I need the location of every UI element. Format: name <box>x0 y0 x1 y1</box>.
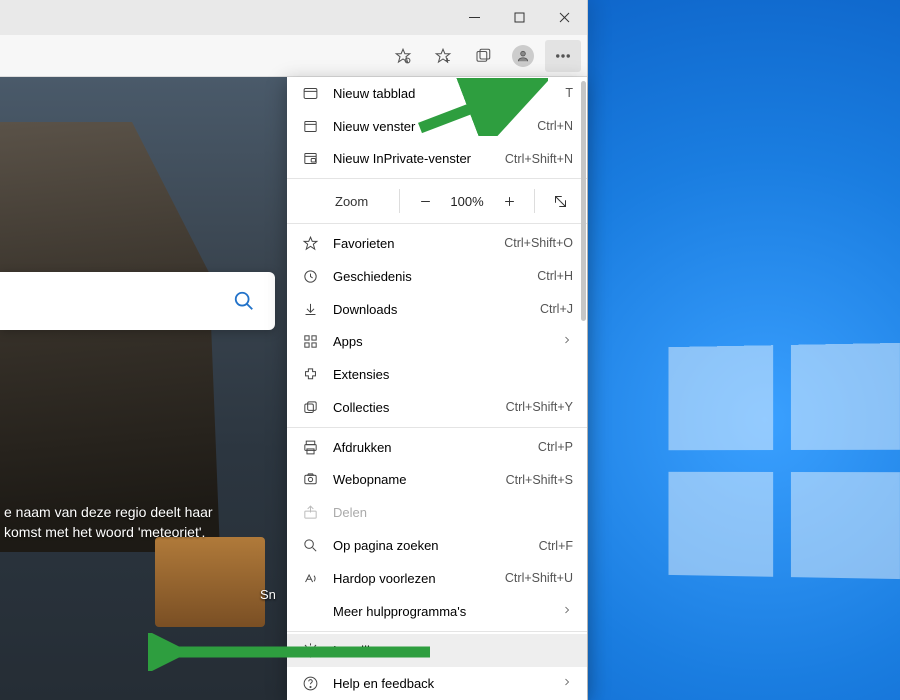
find-icon <box>301 537 319 555</box>
windows-logo <box>668 343 900 582</box>
bg-mountain <box>0 122 220 552</box>
zoom-label: Zoom <box>307 194 391 209</box>
minimize-button[interactable] <box>452 0 497 35</box>
gear-icon <box>301 642 319 660</box>
more-button[interactable] <box>545 40 581 72</box>
menu-help[interactable]: Help en feedback <box>287 667 587 700</box>
collections-icon <box>301 398 319 416</box>
chevron-right-icon <box>561 334 573 349</box>
zoom-out-button[interactable] <box>408 186 442 216</box>
profile-button[interactable] <box>505 40 541 72</box>
print-icon <box>301 438 319 456</box>
menu-separator <box>287 631 587 632</box>
browser-toolbar <box>0 35 587 77</box>
chevron-right-icon <box>561 676 573 691</box>
maximize-button[interactable] <box>497 0 542 35</box>
menu-zoom: Zoom 100% <box>287 182 587 220</box>
menu-readaloud[interactable]: Hardop voorlezen Ctrl+Shift+U <box>287 562 587 595</box>
menu-separator <box>287 178 587 179</box>
chevron-right-icon <box>561 604 573 619</box>
window-icon <box>301 117 319 135</box>
menu-webcapture[interactable]: Webopname Ctrl+Shift+S <box>287 464 587 497</box>
windows-desktop: e naam van deze regio deelt haar komst m… <box>0 0 900 700</box>
capture-icon <box>301 471 319 489</box>
window-titlebar <box>0 0 587 35</box>
menu-print[interactable]: Afdrukken Ctrl+P <box>287 431 587 464</box>
settings-menu: Nieuw tabblad T Nieuw venster Ctrl+N Nie… <box>287 77 587 700</box>
zoom-in-button[interactable] <box>492 186 526 216</box>
favorites-button[interactable] <box>425 40 461 72</box>
background-tag: Sn <box>260 587 276 602</box>
menu-favorites[interactable]: Favorieten Ctrl+Shift+O <box>287 227 587 260</box>
fullscreen-button[interactable] <box>543 186 577 216</box>
help-icon <box>301 675 319 693</box>
extension-icon <box>301 366 319 384</box>
menu-downloads[interactable]: Downloads Ctrl+J <box>287 293 587 326</box>
menu-find[interactable]: Op pagina zoeken Ctrl+F <box>287 529 587 562</box>
download-icon <box>301 300 319 318</box>
new-tab-icon <box>301 84 319 102</box>
menu-history[interactable]: Geschiedenis Ctrl+H <box>287 260 587 293</box>
menu-new-window[interactable]: Nieuw venster Ctrl+N <box>287 110 587 143</box>
close-button[interactable] <box>542 0 587 35</box>
search-icon <box>233 290 255 312</box>
edge-browser-window: e naam van deze regio deelt haar komst m… <box>0 0 588 700</box>
menu-collections[interactable]: Collecties Ctrl+Shift+Y <box>287 391 587 424</box>
background-caption: e naam van deze regio deelt haar komst m… <box>4 502 213 542</box>
menu-moretools[interactable]: Meer hulpprogramma's <box>287 595 587 628</box>
menu-separator <box>287 427 587 428</box>
star-icon <box>301 234 319 252</box>
collections-button[interactable] <box>465 40 501 72</box>
history-icon <box>301 267 319 285</box>
apps-icon <box>301 333 319 351</box>
menu-extensions[interactable]: Extensies <box>287 358 587 391</box>
readaloud-icon <box>301 569 319 587</box>
add-favorite-button[interactable] <box>385 40 421 72</box>
menu-new-inprivate[interactable]: Nieuw InPrivate-venster Ctrl+Shift+N <box>287 143 587 176</box>
inprivate-icon <box>301 150 319 168</box>
menu-share: Delen <box>287 496 587 529</box>
menu-apps[interactable]: Apps <box>287 325 587 358</box>
search-bar[interactable] <box>0 272 275 330</box>
menu-separator <box>287 223 587 224</box>
bg-castle <box>155 537 265 627</box>
menu-scrollbar[interactable] <box>581 81 586 321</box>
share-icon <box>301 504 319 522</box>
menu-settings[interactable]: Instellingen <box>287 634 587 667</box>
menu-new-tab[interactable]: Nieuw tabblad T <box>287 77 587 110</box>
avatar-icon <box>512 45 534 67</box>
zoom-value: 100% <box>446 194 488 209</box>
